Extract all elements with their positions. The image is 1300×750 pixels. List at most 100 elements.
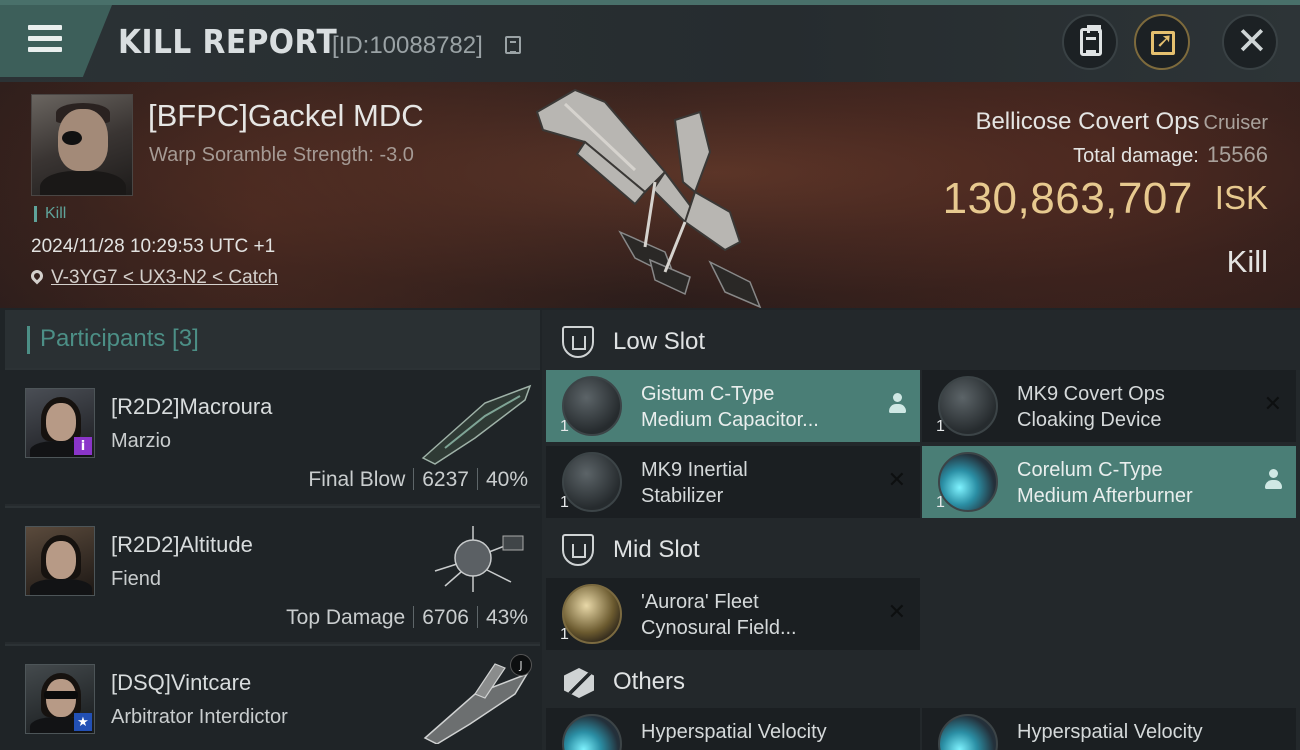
- kill-tag: Kill: [34, 206, 66, 222]
- page-title: KILL REPORT: [118, 22, 338, 61]
- participant-stats: Final Blow 6237 40%: [308, 468, 528, 492]
- ship-class: Cruiser: [1203, 112, 1268, 134]
- total-damage: Total damage: 15566: [1073, 142, 1268, 168]
- participant-percent: 40%: [485, 468, 528, 491]
- avatar[interactable]: [25, 526, 95, 596]
- capacitor-booster-icon: [562, 376, 622, 436]
- victim-name[interactable]: [BFPC]Gackel MDC: [148, 98, 424, 134]
- location-pin-icon: [28, 267, 46, 285]
- item-name: Hyperspatial Velocity: [1017, 721, 1203, 743]
- low-slot-title: Low Slot: [613, 328, 706, 355]
- participant-row[interactable]: ★ [DSQ]Vintcare Arbitrator Interdictor J: [5, 644, 540, 750]
- item-name: MK9 Inertial Stabilizer: [641, 459, 748, 507]
- clipboard-icon: [1080, 25, 1102, 56]
- warp-scramble-strength: Warp Soramble Strength: -3.0: [149, 144, 414, 166]
- participant-damage: 6706: [422, 606, 469, 629]
- total-damage-label: Total damage:: [1073, 145, 1199, 167]
- participant-name: [R2D2]Altitude: [111, 532, 253, 557]
- participant-role: Final Blow: [308, 468, 406, 491]
- close-icon: ✕: [1236, 19, 1268, 63]
- item-quantity: 1: [560, 626, 569, 643]
- person-icon: [1264, 469, 1282, 491]
- info-badge-icon: i: [74, 437, 92, 455]
- person-icon: [888, 393, 906, 415]
- inertial-stabilizer-icon: [562, 452, 622, 512]
- item-name: Hyperspatial Velocity: [641, 721, 827, 743]
- item-quantity: 1: [560, 418, 569, 435]
- participants-title: Participants [3]: [40, 325, 199, 352]
- close-button[interactable]: ✕: [1222, 14, 1278, 70]
- participant-percent: 43%: [485, 606, 528, 629]
- cynosural-field-icon: [562, 584, 622, 644]
- ship-badge-icon: J: [510, 654, 532, 676]
- share-button[interactable]: [1134, 14, 1190, 70]
- ship-type: Bellicose Covert Ops Cruiser: [975, 108, 1268, 136]
- ship-name: Bellicose Covert Ops: [975, 108, 1200, 135]
- fitting-item[interactable]: 1 MK9 Covert Ops Cloaking Device ✕: [922, 370, 1296, 442]
- kill-location[interactable]: V-3YG7 < UX3-N2 < Catch: [28, 267, 278, 289]
- avatar[interactable]: ★: [25, 664, 95, 734]
- item-quantity: 1: [936, 494, 945, 511]
- item-quantity: 1: [936, 418, 945, 435]
- fitting-item[interactable]: 1 Gistum C-Type Medium Capacitor...: [546, 370, 920, 442]
- mid-slot-title: Mid Slot: [613, 536, 700, 563]
- isk-unit: ISK: [1214, 179, 1268, 216]
- low-slot-icon: [562, 326, 594, 358]
- kill-timestamp: 2024/11/28 10:29:53 UTC +1: [31, 236, 276, 257]
- fitting-item[interactable]: 1 MK9 Inertial Stabilizer ✕: [546, 446, 920, 518]
- others-title: Others: [613, 668, 686, 695]
- cloaking-device-icon: [938, 376, 998, 436]
- low-slot-header: Low Slot: [542, 314, 1300, 370]
- top-accent-line: [0, 0, 1300, 5]
- destroyed-x-icon: ✕: [887, 468, 906, 493]
- others-header: Others: [542, 654, 1300, 710]
- participant-name: [R2D2]Macroura: [111, 394, 273, 419]
- total-damage-value: 15566: [1206, 142, 1268, 167]
- result-label: Kill: [1226, 244, 1268, 279]
- participants-header: Participants [3]: [5, 310, 540, 368]
- participants-panel: Participants [3] i [R2D2]Macroura Marzio…: [5, 310, 540, 750]
- avatar[interactable]: i: [25, 388, 95, 458]
- cube-icon: [564, 668, 594, 698]
- participant-ship-image: [434, 526, 524, 592]
- participant-row[interactable]: i [R2D2]Macroura Marzio Final Blow 6237 40…: [5, 368, 540, 504]
- participant-stats: Top Damage 6706 43%: [286, 606, 528, 630]
- item-quantity: 1: [560, 494, 569, 511]
- velocity-rig-icon: [938, 714, 998, 750]
- fitting-item[interactable]: Hyperspatial Velocity: [546, 708, 920, 750]
- destroyed-x-icon: ✕: [1263, 392, 1282, 417]
- top-bar: KILL REPORT [ID:10088782] ✕: [0, 0, 1300, 82]
- hamburger-icon: [28, 25, 62, 53]
- victim-panel: [BFPC]Gackel MDC Warp Soramble Strength:…: [0, 82, 1300, 308]
- star-badge-icon: ★: [74, 713, 92, 731]
- location-link[interactable]: V-3YG7 < UX3-N2 < Catch: [51, 267, 278, 288]
- fitting-item[interactable]: 1 'Aurora' Fleet Cynosural Field... ✕: [546, 578, 920, 650]
- report-id: [ID:10088782]: [332, 32, 483, 59]
- participant-damage: 6237: [422, 468, 469, 491]
- menu-button[interactable]: [0, 5, 112, 77]
- item-name: 'Aurora' Fleet Cynosural Field...: [641, 591, 797, 639]
- item-name: MK9 Covert Ops Cloaking Device: [1017, 383, 1165, 431]
- share-icon: [1151, 28, 1175, 55]
- participant-ship: Marzio: [111, 430, 172, 452]
- afterburner-icon: [938, 452, 998, 512]
- isk-amount: 130,863,707: [942, 174, 1193, 223]
- participant-name: [DSQ]Vintcare: [111, 670, 252, 695]
- participant-ship-image: [421, 384, 532, 465]
- copy-icon[interactable]: [505, 36, 521, 54]
- victim-portrait[interactable]: [31, 94, 133, 196]
- participant-row[interactable]: [R2D2]Altitude Fiend Top Damage 6706 43%: [5, 506, 540, 642]
- fitting-item[interactable]: Hyperspatial Velocity: [922, 708, 1296, 750]
- isk-value: 130,863,707 ISK: [943, 174, 1268, 224]
- mid-slot-header: Mid Slot: [542, 522, 1300, 578]
- participant-ship: Fiend: [111, 568, 162, 590]
- victim-ship-image: [535, 88, 762, 308]
- participant-ship: Arbitrator Interdictor: [111, 706, 288, 728]
- mid-slot-icon: [562, 534, 594, 566]
- clipboard-button[interactable]: [1062, 14, 1118, 70]
- destroyed-x-icon: ✕: [887, 600, 906, 625]
- fitting-item[interactable]: 1 Corelum C-Type Medium Afterburner: [922, 446, 1296, 518]
- fitting-panel: Low Slot 1 Gistum C-Type Medium Capacitor…: [542, 310, 1300, 750]
- item-name: Corelum C-Type Medium Afterburner: [1017, 459, 1193, 507]
- velocity-rig-icon: [562, 714, 622, 750]
